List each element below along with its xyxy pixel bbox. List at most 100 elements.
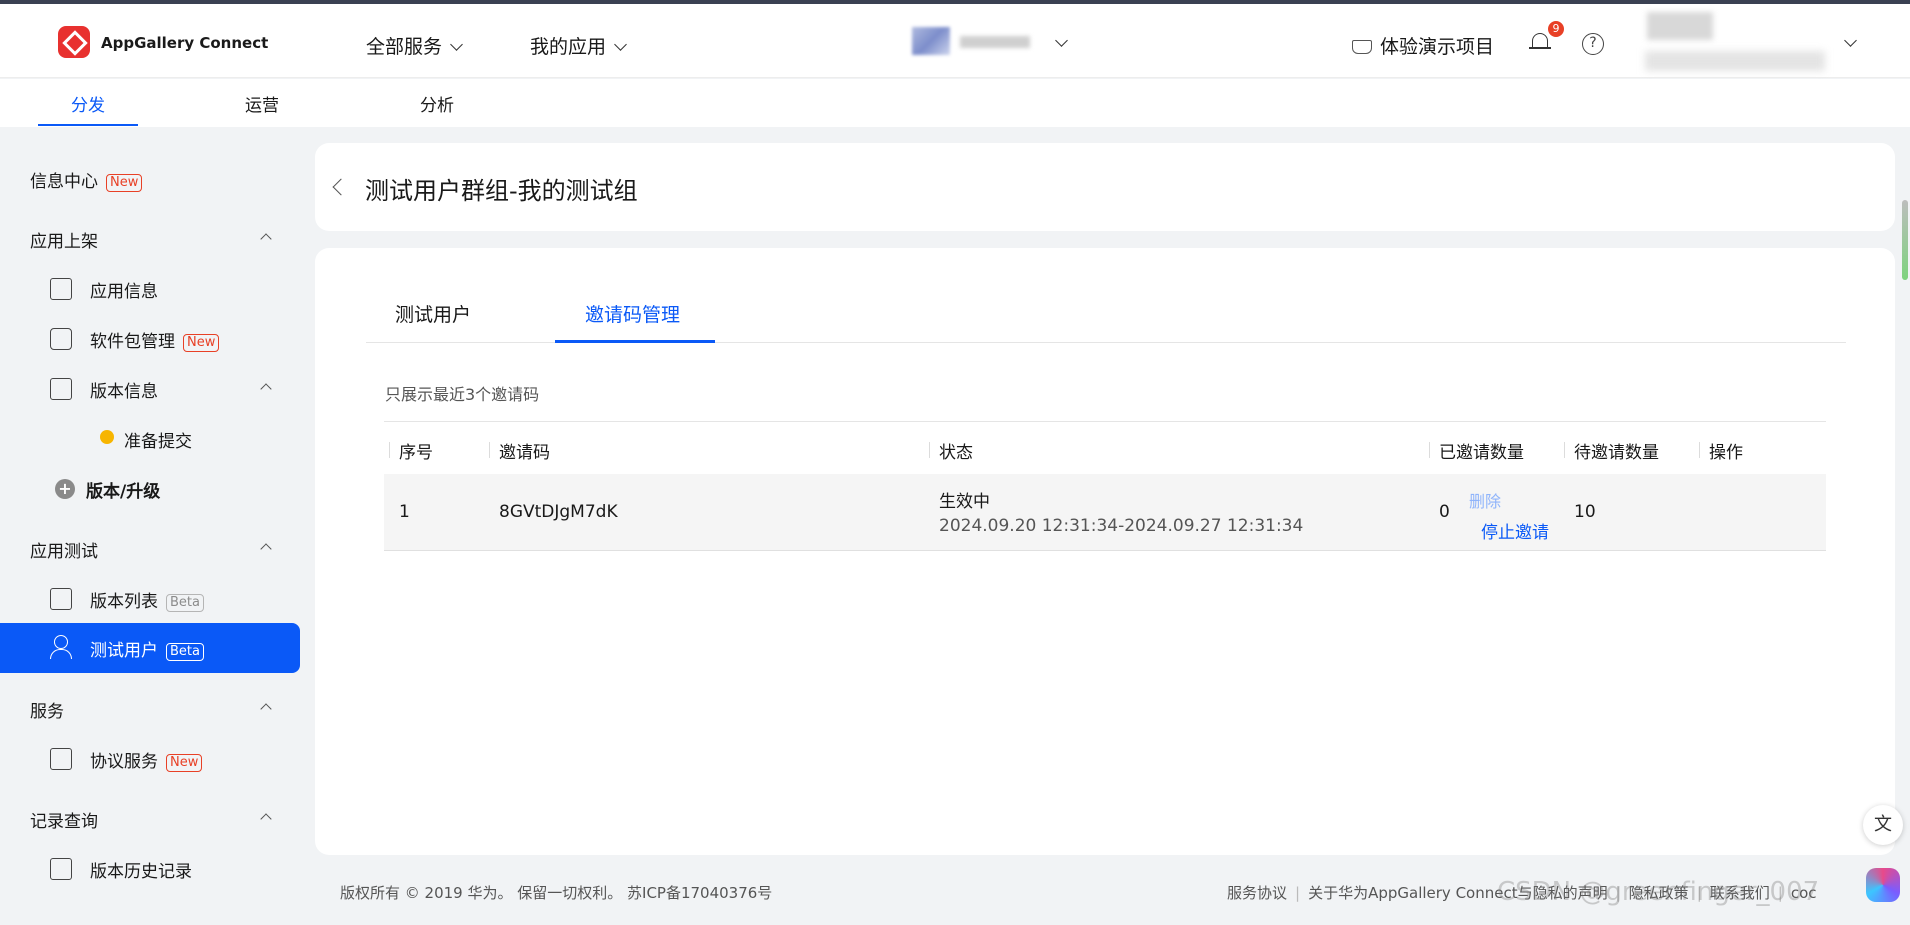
chevron-down-icon: [614, 38, 627, 51]
row-pending-count: 10: [1574, 502, 1596, 522]
col-index: 序号: [399, 443, 433, 463]
sidebar: 信息中心 New 应用上架 应用信息 软件包管理 New 版本信息 准备提交 + 版…: [0, 127, 312, 925]
tab-test-users[interactable]: 测试用户: [395, 300, 471, 327]
nav-my-apps-label: 我的应用: [530, 36, 607, 58]
translate-icon[interactable]: 文: [1863, 805, 1903, 845]
user-icon: [50, 635, 74, 659]
chevron-up-icon[interactable]: [260, 813, 272, 825]
back-arrow-icon[interactable]: [332, 178, 350, 196]
plus-circle-icon: +: [55, 479, 75, 499]
sidebar-item-ready-submit[interactable]: 准备提交: [124, 427, 192, 452]
sidebar-item-agreement[interactable]: 协议服务 New: [90, 747, 203, 773]
brand-name[interactable]: AppGallery Connect: [101, 34, 268, 52]
top-bar: AppGallery Connect 全部服务 我的应用 体验演示项目 9 ?: [0, 0, 1910, 78]
demo-project-icon: [1352, 40, 1372, 54]
main-card: 测试用户 邀请码管理 只展示最近3个邀请码 序号 邀请码 状态 已邀请数量 待邀…: [315, 248, 1895, 855]
invite-code-table: 序号 邀请码 状态 已邀请数量 待邀请数量 操作 1 8GVtDJgM7dK 生…: [384, 421, 1826, 551]
sidebar-item-info-center[interactable]: 信息中心 New: [30, 167, 143, 193]
version-list-icon: [50, 588, 72, 610]
chevron-up-icon[interactable]: [260, 383, 272, 395]
watermark: CSDN @greenfinger_007: [1497, 877, 1820, 907]
agreement-icon: [50, 748, 72, 770]
chevron-down-icon[interactable]: [1844, 34, 1857, 47]
sidebar-item-label: 软件包管理: [90, 332, 175, 352]
page-header-card: 测试用户群组-我的测试组: [315, 143, 1895, 231]
sidebar-item-package[interactable]: 软件包管理 New: [90, 327, 220, 353]
row-status: 生效中: [939, 492, 990, 512]
history-icon: [50, 858, 72, 880]
col-code: 邀请码: [499, 443, 550, 463]
column-divider: [1699, 442, 1700, 458]
sidebar-item-app-info[interactable]: 应用信息: [90, 277, 158, 302]
col-invited: 已邀请数量: [1439, 443, 1524, 463]
app-switcher[interactable]: [912, 27, 1064, 57]
new-badge: New: [183, 334, 220, 352]
chevron-down-icon: [450, 38, 463, 51]
version-info-icon: [50, 378, 72, 400]
sidebar-item-label-wrap: 测试用户 Beta: [90, 636, 204, 662]
ai-assistant-icon[interactable]: [1866, 868, 1900, 902]
column-divider: [1429, 442, 1430, 458]
scrollbar[interactable]: [1902, 200, 1908, 280]
row-invited-count: 0: [1439, 502, 1450, 522]
new-badge: New: [106, 174, 143, 192]
sidebar-item-label: 测试用户: [90, 641, 158, 661]
sidebar-group-records[interactable]: 记录查询: [30, 807, 98, 832]
demo-project-button[interactable]: 体验演示项目: [1352, 32, 1494, 59]
sidebar-item-version-history[interactable]: 版本历史记录: [90, 857, 192, 882]
chevron-up-icon[interactable]: [260, 703, 272, 715]
col-action: 操作: [1709, 443, 1743, 463]
app-info-icon: [50, 278, 72, 300]
bell-icon[interactable]: [1529, 31, 1551, 53]
page-title: 测试用户群组-我的测试组: [365, 177, 638, 205]
tab-operate[interactable]: 运营: [245, 91, 279, 116]
account-name-redacted: [1645, 51, 1825, 71]
chevron-up-icon[interactable]: [260, 543, 272, 555]
tab-analyze[interactable]: 分析: [420, 91, 454, 116]
demo-project-label: 体验演示项目: [1380, 36, 1495, 58]
sidebar-item-version-info[interactable]: 版本信息: [90, 377, 158, 402]
sidebar-item-test-users[interactable]: 测试用户 Beta: [0, 623, 300, 673]
footer-link-terms[interactable]: 服务协议: [1227, 884, 1287, 902]
sidebar-item-version-list[interactable]: 版本列表 Beta: [90, 587, 204, 613]
invite-note: 只展示最近3个邀请码: [385, 385, 540, 404]
package-icon: [50, 328, 72, 350]
stop-invite-button[interactable]: 停止邀请: [1481, 518, 1549, 543]
delete-button[interactable]: 删除: [1469, 488, 1501, 512]
help-icon[interactable]: ?: [1582, 33, 1604, 55]
col-pending: 待邀请数量: [1574, 443, 1659, 463]
chevron-up-icon[interactable]: [260, 233, 272, 245]
table-header: 序号 邀请码 状态 已邀请数量 待邀请数量 操作: [384, 421, 1826, 474]
nav-all-services[interactable]: 全部服务: [366, 32, 463, 59]
app-icon: [912, 27, 950, 55]
new-badge: New: [166, 754, 203, 772]
sub-nav: 分发 运营 分析: [0, 79, 1910, 127]
column-divider: [489, 442, 490, 458]
nav-all-services-label: 全部服务: [366, 36, 443, 58]
appgallery-logo-icon[interactable]: [58, 26, 90, 58]
active-tab-indicator: [555, 340, 715, 343]
nav-my-apps[interactable]: 我的应用: [530, 32, 627, 59]
sidebar-item-label: 协议服务: [90, 752, 158, 772]
status-dot-icon: [100, 430, 114, 444]
row-index: 1: [399, 502, 410, 522]
app-name-redacted: [960, 36, 1030, 48]
notification-badge: 9: [1548, 21, 1564, 37]
row-invite-code: 8GVtDJgM7dK: [499, 502, 618, 522]
sidebar-group-test[interactable]: 应用测试: [30, 537, 98, 562]
sidebar-item-label: 版本列表: [90, 592, 158, 612]
column-divider: [389, 442, 390, 458]
column-divider: [929, 442, 930, 458]
sidebar-item-version-upgrade[interactable]: 版本/升级: [86, 477, 160, 502]
beta-badge: Beta: [166, 594, 204, 612]
row-valid-period: 2024.09.20 12:31:34-2024.09.27 12:31:34: [939, 516, 1304, 536]
beta-badge: Beta: [166, 643, 204, 661]
col-status: 状态: [939, 443, 973, 463]
tab-distribute[interactable]: 分发: [71, 91, 105, 116]
sidebar-group-service[interactable]: 服务: [30, 697, 64, 722]
sidebar-group-publish[interactable]: 应用上架: [30, 227, 98, 252]
tab-invite-codes[interactable]: 邀请码管理: [585, 300, 680, 327]
active-tab-indicator: [38, 124, 138, 126]
column-divider: [1564, 442, 1565, 458]
avatar[interactable]: [1647, 12, 1713, 40]
